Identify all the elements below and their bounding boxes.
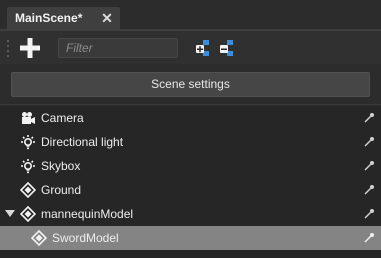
camera-icon — [22, 112, 35, 124]
picker-icon[interactable] — [363, 184, 375, 196]
light-icon — [21, 135, 35, 150]
tab-mainscene[interactable]: MainScene* ✕ — [7, 7, 120, 29]
entity-icon — [20, 182, 36, 198]
plus-icon[interactable] — [18, 36, 42, 60]
scene-settings-button[interactable]: Scene settings — [11, 72, 370, 97]
tree-item-swordmodel[interactable]: SwordModel — [0, 226, 381, 250]
tree-item-label: mannequinModel — [41, 207, 134, 221]
tree-item-ground[interactable]: Ground — [0, 178, 381, 202]
tree-item-label: Camera — [41, 111, 84, 125]
tree-item-label: Directional light — [41, 135, 124, 149]
collapse-all-icon[interactable] — [218, 38, 236, 58]
tab-title: MainScene* — [15, 11, 83, 25]
expand-arrow-icon[interactable] — [5, 210, 15, 218]
filter-input[interactable]: Filter — [58, 38, 178, 58]
picker-icon[interactable] — [363, 160, 375, 172]
tree-item-directional-light[interactable]: Directional light — [0, 130, 381, 154]
tree-item-label: Ground — [41, 183, 82, 197]
tree-item-skybox[interactable]: Skybox — [0, 154, 381, 178]
grip-handle-icon[interactable] — [6, 38, 10, 58]
picker-icon[interactable] — [363, 112, 375, 124]
expand-all-icon[interactable] — [194, 38, 212, 58]
tree-item-mannequinmodel[interactable]: mannequinModel — [0, 202, 381, 226]
picker-icon[interactable] — [363, 208, 375, 220]
entity-icon — [31, 230, 47, 246]
picker-icon[interactable] — [363, 136, 375, 148]
divider — [0, 104, 381, 105]
picker-icon[interactable] — [363, 232, 375, 244]
entity-icon — [20, 206, 36, 222]
light-icon — [21, 159, 35, 174]
tree-item-camera[interactable]: Camera — [0, 106, 381, 130]
close-icon[interactable]: ✕ — [100, 11, 114, 25]
tree-item-label: Skybox — [41, 159, 81, 173]
tree-item-label: SwordModel — [52, 231, 119, 245]
